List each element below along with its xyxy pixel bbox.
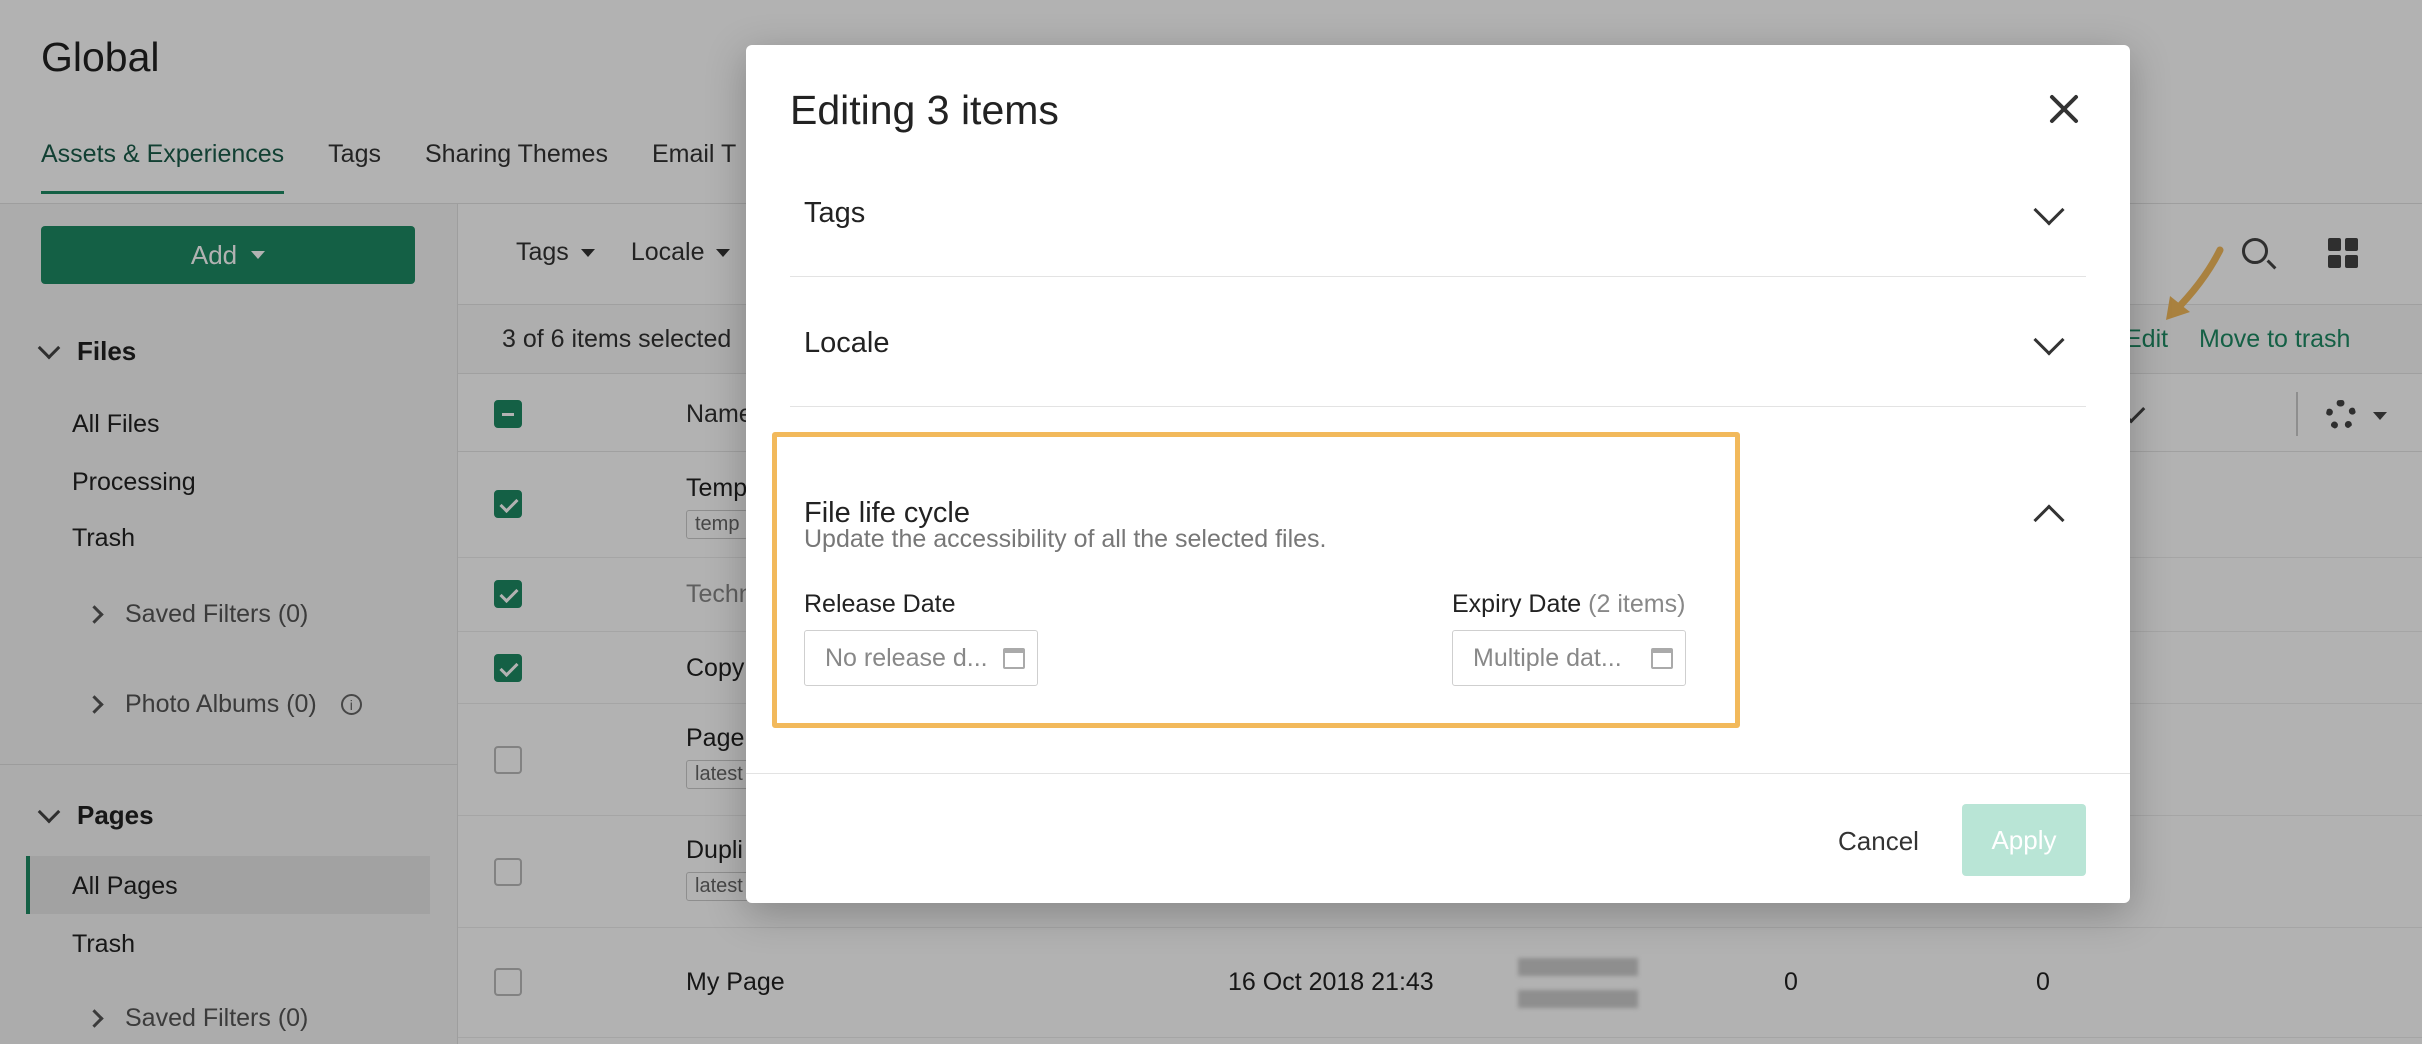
release-date-input[interactable]: No release d...	[804, 630, 1038, 686]
expiry-date-count: (2 items)	[1588, 590, 1686, 618]
dialog-footer-divider	[746, 773, 2130, 774]
expiry-date-placeholder: Multiple dat...	[1473, 643, 1622, 672]
lifecycle-description: Update the accessibility of all the sele…	[804, 525, 1327, 553]
section-tags[interactable]: Tags	[790, 175, 2086, 275]
release-date-placeholder: No release d...	[825, 643, 988, 672]
expiry-date-label-text: Expiry Date	[1452, 590, 1582, 618]
calendar-icon[interactable]	[1003, 648, 1025, 669]
expiry-date-label: Expiry Date (2 items)	[1452, 590, 1685, 619]
expiry-date-input[interactable]: Multiple dat...	[1452, 630, 1686, 686]
section-label: Tags	[804, 197, 866, 229]
edit-items-dialog: Editing 3 items Tags Locale File life cy…	[746, 45, 2130, 903]
calendar-icon[interactable]	[1651, 648, 1673, 669]
section-divider	[790, 406, 2086, 407]
section-file-life-cycle[interactable]: File life cycle	[790, 445, 2086, 536]
apply-button[interactable]: Apply	[1962, 804, 2086, 876]
close-icon[interactable]	[2048, 93, 2080, 125]
chevron-down-icon	[2033, 324, 2065, 356]
dialog-title: Editing 3 items	[790, 87, 1059, 133]
cancel-button[interactable]: Cancel	[1838, 826, 1919, 857]
chevron-down-icon	[2033, 194, 2065, 226]
chevron-up-icon	[2033, 504, 2065, 536]
section-locale[interactable]: Locale	[790, 277, 2086, 407]
release-date-label: Release Date	[804, 590, 956, 618]
section-label: Locale	[804, 327, 890, 359]
